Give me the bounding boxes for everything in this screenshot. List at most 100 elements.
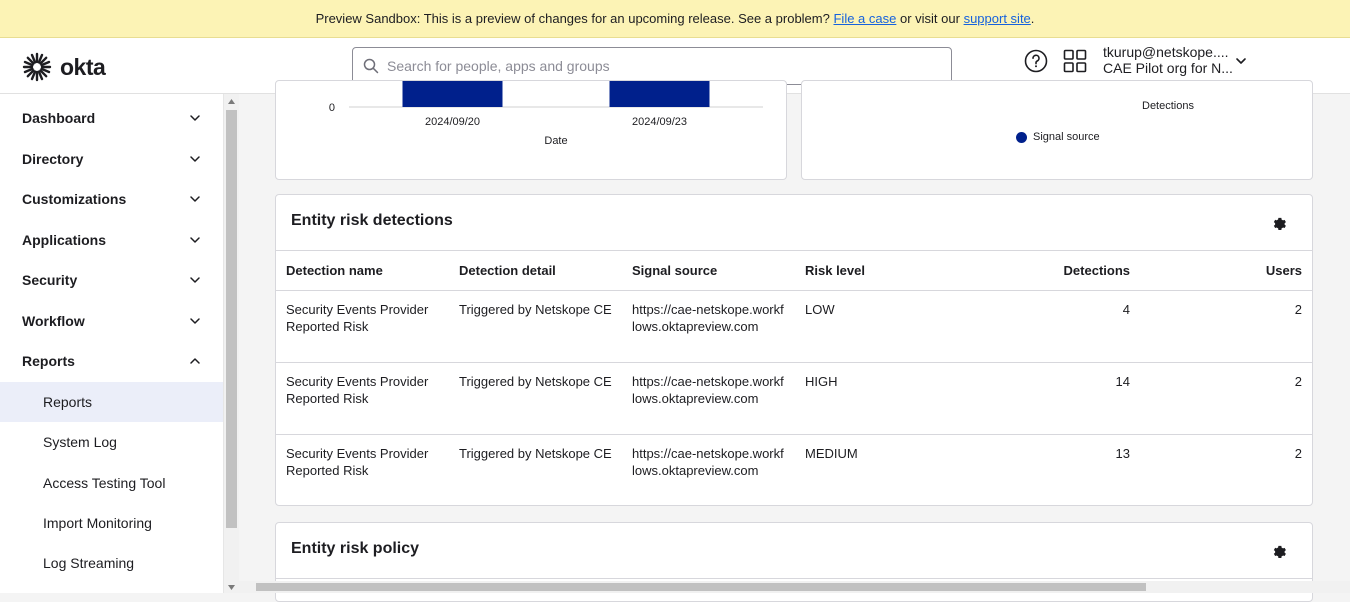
users-count-cell: 2 [1294, 446, 1302, 461]
scroll-up-arrow-icon[interactable] [227, 98, 236, 105]
table-header-row: Detection name Detection detail Signal s… [276, 250, 1312, 291]
user-org: CAE Pilot org for N... [1103, 60, 1233, 76]
chevron-down-icon [190, 318, 200, 324]
x-tick-label: 2024/09/23 [632, 116, 687, 128]
risk-level-cell: MEDIUM [805, 446, 858, 461]
detection-name-cell: Security Events Provider Reported Risk [286, 446, 429, 478]
chevron-down-icon [190, 156, 200, 162]
detection-name-cell: Security Events Provider Reported Risk [276, 362, 449, 435]
sidebar-item-label: Security [22, 272, 78, 288]
signal-source-cell: https://cae-netskope.workflows.oktaprevi… [632, 446, 784, 478]
sidebar-item-directory[interactable]: Directory [0, 139, 223, 179]
sidebar-item-reports[interactable]: Reports [0, 341, 223, 381]
sidebar-subitem-reports[interactable]: Reports [0, 382, 223, 422]
sidebar-item-security[interactable]: Security [0, 260, 223, 300]
sidebar-subitem-label: Access Testing Tool [43, 475, 166, 491]
chevron-down-icon [190, 237, 200, 243]
detections-by-source-card: Detections Signal source [801, 80, 1313, 180]
banner-text: Preview Sandbox: This is a preview of ch… [315, 11, 830, 26]
table-row: Security Events Provider Reported Risk T… [276, 290, 1312, 363]
risk-level-cell: LOW [795, 290, 968, 363]
sidebar-item-label: Workflow [22, 313, 85, 329]
policy-card-title: Entity risk policy [291, 540, 420, 557]
risk-level-cell: HIGH [795, 362, 968, 435]
detection-detail-cell: Triggered by Netskope CE [449, 290, 622, 363]
sidebar-subitem-label: System Log [43, 434, 117, 450]
legend-label: Signal source [1033, 131, 1100, 143]
sidebar-subitem-label: Import Monitoring [43, 515, 152, 531]
detection-name-cell: Security Events Provider Reported Risk [276, 290, 449, 363]
column-header[interactable]: Detection name [276, 250, 449, 291]
users-count-cell: 2 [1140, 362, 1312, 435]
column-header[interactable]: Signal source [622, 250, 795, 291]
help-button[interactable] [1024, 49, 1048, 78]
sidebar-item-label: Reports [22, 353, 75, 369]
gear-icon [1273, 545, 1286, 558]
search-icon [363, 58, 379, 74]
x-axis-label: Date [544, 135, 567, 147]
sidebar-item-dashboard[interactable]: Dashboard [0, 98, 223, 138]
detections-count-cell: 13 [1115, 446, 1130, 461]
okta-sunburst-icon [22, 52, 52, 82]
sidebar-subitem-label: Reports [43, 394, 93, 410]
signal-source-cell: https://cae-netskope.workflows.oktaprevi… [622, 290, 795, 363]
detections-bar-chart: 0 2024/09/20 2024/09/23 Date [329, 81, 763, 147]
scroll-down-arrow-icon[interactable] [227, 584, 236, 591]
pie-chart-label: Detections [1142, 100, 1194, 112]
file-a-case-link[interactable]: File a case [833, 11, 896, 26]
sidebar-subitem-log-streaming[interactable]: Log Streaming [0, 543, 223, 583]
support-site-link[interactable]: support site [964, 11, 1031, 26]
main-horizontal-scrollbar[interactable] [239, 581, 1350, 593]
sidebar: Dashboard Directory Customizations Appli… [0, 94, 223, 593]
sidebar-item-label: Customizations [22, 191, 127, 207]
sidebar-item-workflow[interactable]: Workflow [0, 301, 223, 341]
horizontal-scroll-thumb[interactable] [256, 583, 1146, 591]
okta-logo[interactable]: okta [22, 52, 106, 82]
x-tick-label: 2024/09/20 [425, 116, 480, 128]
sidebar-scroll-thumb[interactable] [226, 110, 237, 528]
chart-legend: Signal source [1016, 131, 1100, 143]
detections-count-cell: 4 [968, 290, 1140, 363]
banner-suffix: . [1030, 11, 1035, 26]
detections-card-title: Entity risk detections [291, 212, 453, 229]
chevron-down-icon [190, 196, 200, 202]
chevron-down-icon [1236, 58, 1246, 64]
sidebar-item-label: Directory [22, 151, 84, 167]
detections-by-date-card: 0 2024/09/20 2024/09/23 Date [275, 80, 787, 180]
column-header[interactable]: Risk level [795, 250, 968, 291]
detections-settings-button[interactable] [1272, 217, 1286, 236]
sidebar-subitem-import-monitoring[interactable]: Import Monitoring [0, 503, 223, 543]
gear-icon [1273, 217, 1286, 230]
user-menu[interactable]: tkurup@netskope.... CAE Pilot org for N.… [1103, 44, 1233, 76]
sidebar-scrollbar[interactable] [223, 94, 239, 593]
brand-name: okta [60, 53, 106, 80]
search-input[interactable] [387, 58, 927, 74]
chevron-up-icon [190, 358, 200, 364]
table-row: Security Events Provider Reported Risk T… [276, 362, 1312, 435]
app-switcher-button[interactable] [1063, 49, 1087, 78]
chevron-down-icon [190, 115, 200, 121]
users-count-cell: 2 [1140, 290, 1312, 363]
table-row: Security Events Provider Reported Risk T… [276, 435, 1312, 506]
column-header[interactable]: Detections [968, 250, 1140, 291]
policy-divider [276, 578, 1312, 579]
user-email: tkurup@netskope.... [1103, 44, 1229, 60]
sidebar-subitem-access-testing-tool[interactable]: Access Testing Tool [0, 463, 223, 503]
sidebar-subitem-label: Log Streaming [43, 555, 135, 571]
sidebar-item-label: Applications [22, 232, 107, 248]
column-header[interactable]: Detection detail [449, 250, 622, 291]
sidebar-item-customizations[interactable]: Customizations [0, 179, 223, 219]
entity-risk-detections-card: Entity risk detections Detection name De… [275, 194, 1313, 506]
detection-detail-cell: Triggered by Netskope CE [449, 362, 622, 435]
legend-marker [1016, 131, 1027, 143]
column-header[interactable]: Users [1140, 250, 1312, 291]
sidebar-item-applications[interactable]: Applications [0, 220, 223, 260]
sidebar-subitem-system-log[interactable]: System Log [0, 422, 223, 462]
signal-source-cell: https://cae-netskope.workflows.oktaprevi… [622, 362, 795, 435]
user-menu-toggle[interactable] [1234, 54, 1248, 73]
policy-settings-button[interactable] [1272, 545, 1286, 564]
chevron-down-icon [190, 277, 200, 283]
help-icon [1024, 49, 1048, 73]
y-tick-label: 0 [329, 102, 335, 114]
banner-middle-text: or visit our [899, 11, 960, 26]
